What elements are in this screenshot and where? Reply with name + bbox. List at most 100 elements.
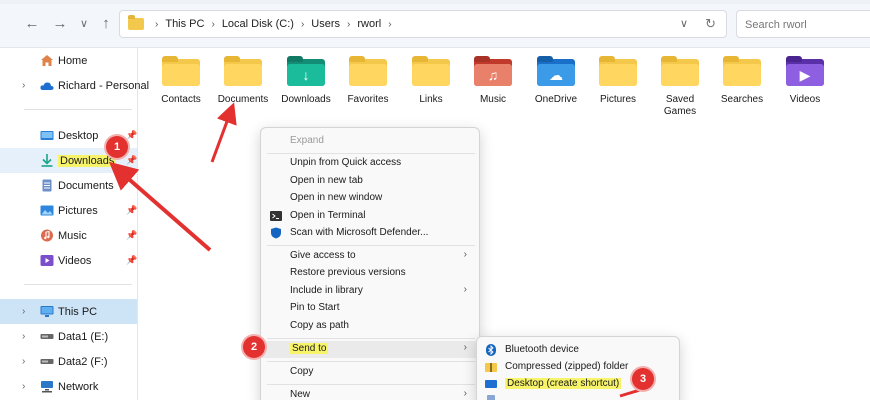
bluetooth-icon — [486, 344, 496, 356]
defender-shield-icon — [271, 227, 281, 239]
folder-music[interactable]: ♫ Music — [462, 56, 524, 106]
breadcrumb: › This PC › Local Disk (C:) › Users › rw… — [148, 18, 399, 30]
back-arrow-icon[interactable]: ← — [22, 14, 42, 34]
address-bar[interactable]: › This PC › Local Disk (C:) › Users › rw… — [119, 10, 727, 38]
terminal-icon — [270, 211, 282, 221]
chevron-right-icon: › — [463, 388, 467, 399]
folder-videos[interactable]: ▶ Videos — [774, 56, 836, 106]
onedrive-folder-icon: ☁ — [537, 56, 575, 86]
menu-item-pin-start[interactable]: Pin to Start — [261, 300, 479, 317]
sidebar-item-videos[interactable]: Videos 📌 — [0, 248, 137, 273]
menu-item-documents[interactable] — [477, 393, 679, 400]
pin-icon: 📌 — [126, 255, 138, 265]
menu-separator — [267, 153, 475, 154]
forward-arrow-icon[interactable]: → — [50, 14, 70, 34]
folder-icon — [599, 56, 637, 86]
menu-item-send-to[interactable]: Send to › — [261, 341, 479, 358]
network-icon — [41, 381, 53, 393]
folder-label: Favorites — [347, 94, 389, 105]
chevron-right-icon: › — [463, 284, 467, 295]
pictures-icon — [40, 205, 54, 216]
sidebar-item-pictures[interactable]: Pictures 📌 — [0, 198, 137, 223]
breadcrumb-local-disk[interactable]: Local Disk (C:) — [222, 18, 294, 30]
search-placeholder: Search rworl — [745, 19, 807, 31]
expand-chevron-icon[interactable]: › — [22, 306, 25, 317]
sidebar-item-onedrive[interactable]: › Richard - Personal — [0, 73, 149, 98]
menu-separator — [267, 384, 475, 385]
sidebar-item-label: Richard - Personal — [58, 79, 150, 92]
chevron-right-icon[interactable]: › — [388, 19, 391, 30]
menu-item-restore-versions[interactable]: Restore previous versions — [261, 265, 479, 282]
folder-label: Links — [419, 94, 443, 105]
folder-pictures[interactable]: Pictures — [587, 56, 649, 106]
sidebar-item-label: Documents — [58, 179, 114, 192]
folder-label: OneDrive — [534, 94, 578, 105]
sidebar-item-label: This PC — [58, 305, 98, 318]
menu-item-give-access[interactable]: Give access to › — [261, 248, 479, 265]
sidebar-item-home[interactable]: Home — [0, 48, 137, 73]
up-arrow-icon[interactable]: ↑ — [96, 14, 116, 34]
breadcrumb-this-pc[interactable]: This PC — [165, 18, 204, 30]
onedrive-cloud-icon — [40, 82, 54, 90]
folder-label: Pictures — [599, 94, 637, 105]
folder-onedrive[interactable]: ☁ OneDrive — [525, 56, 587, 106]
folder-documents[interactable]: Documents — [212, 56, 274, 106]
breadcrumb-users[interactable]: Users — [311, 18, 340, 30]
expand-chevron-icon[interactable]: › — [22, 356, 25, 367]
step-badge-3: 3 — [632, 368, 654, 390]
folder-label: Contacts — [161, 94, 201, 105]
menu-item-expand: Expand — [290, 135, 324, 146]
folder-downloads[interactable]: ↓ Downloads — [275, 56, 337, 106]
zip-folder-icon — [485, 363, 497, 372]
sidebar-item-label: Videos — [58, 254, 92, 267]
menu-item-scan-defender[interactable]: Scan with Microsoft Defender... — [261, 225, 479, 242]
expand-chevron-icon[interactable]: › — [22, 331, 25, 342]
folder-icon — [661, 56, 699, 86]
sidebar-item-data1[interactable]: › Data1 (E:) — [0, 324, 137, 349]
menu-item-unpin[interactable]: Unpin from Quick access — [261, 155, 479, 172]
chevron-right-icon: › — [463, 342, 467, 353]
navigation-pane: Home › Richard - Personal Desktop 📌 Down… — [0, 48, 149, 400]
menu-item-open-new-window[interactable]: Open in new window — [261, 190, 479, 207]
folder-favorites[interactable]: Favorites — [337, 56, 399, 106]
recent-locations-chevron-icon[interactable]: ∨ — [74, 14, 94, 34]
chevron-right-icon[interactable]: › — [347, 19, 350, 30]
menu-item-new[interactable]: New › — [261, 387, 479, 400]
search-input[interactable]: Search rworl — [736, 10, 870, 38]
sidebar-item-documents[interactable]: Documents — [0, 173, 137, 198]
address-dropdown-icon[interactable]: ∨ — [680, 17, 688, 30]
menu-item-copy[interactable]: Copy — [261, 364, 479, 381]
desktop-icon — [40, 131, 54, 140]
menu-item-copy-path[interactable]: Copy as path — [261, 318, 479, 335]
folder-label: Documents — [217, 94, 269, 105]
folder-links[interactable]: Links — [400, 56, 462, 106]
sidebar-item-label: Network — [58, 380, 99, 393]
sidebar-item-this-pc[interactable]: › This PC — [0, 299, 137, 324]
sidebar-item-music[interactable]: Music 📌 — [0, 223, 137, 248]
downloads-folder-icon: ↓ — [287, 56, 325, 86]
menu-item-open-terminal[interactable]: Open in Terminal — [261, 208, 479, 225]
chevron-right-icon[interactable]: › — [211, 19, 214, 30]
expand-chevron-icon[interactable]: › — [22, 381, 25, 392]
sidebar-item-data2[interactable]: › Data2 (F:) — [0, 349, 137, 374]
pin-icon: 📌 — [126, 130, 138, 140]
folder-contacts[interactable]: Contacts — [150, 56, 212, 106]
breadcrumb-user-folder[interactable]: rworl — [357, 18, 381, 30]
chevron-right-icon[interactable]: › — [301, 19, 304, 30]
menu-item-include-library[interactable]: Include in library › — [261, 283, 479, 300]
folder-icon — [412, 56, 450, 86]
refresh-icon[interactable]: ↻ — [705, 16, 716, 32]
folder-searches[interactable]: Searches — [711, 56, 773, 106]
folder-label: Videos — [789, 94, 821, 105]
sidebar-item-network[interactable]: › Network — [0, 374, 137, 399]
menu-item-bluetooth[interactable]: Bluetooth device — [477, 342, 679, 359]
step-badge-1: 1 — [106, 136, 128, 158]
folder-saved-games[interactable]: Saved Games — [649, 56, 711, 118]
expand-chevron-icon[interactable]: › — [22, 80, 25, 91]
menu-item-open-new-tab[interactable]: Open in new tab — [261, 173, 479, 190]
chevron-right-icon[interactable]: › — [155, 19, 158, 30]
document-icon — [42, 179, 52, 192]
pin-icon: 📌 — [126, 230, 138, 240]
sidebar-item-label: Data2 (F:) — [58, 355, 108, 368]
pin-icon: 📌 — [126, 155, 138, 165]
